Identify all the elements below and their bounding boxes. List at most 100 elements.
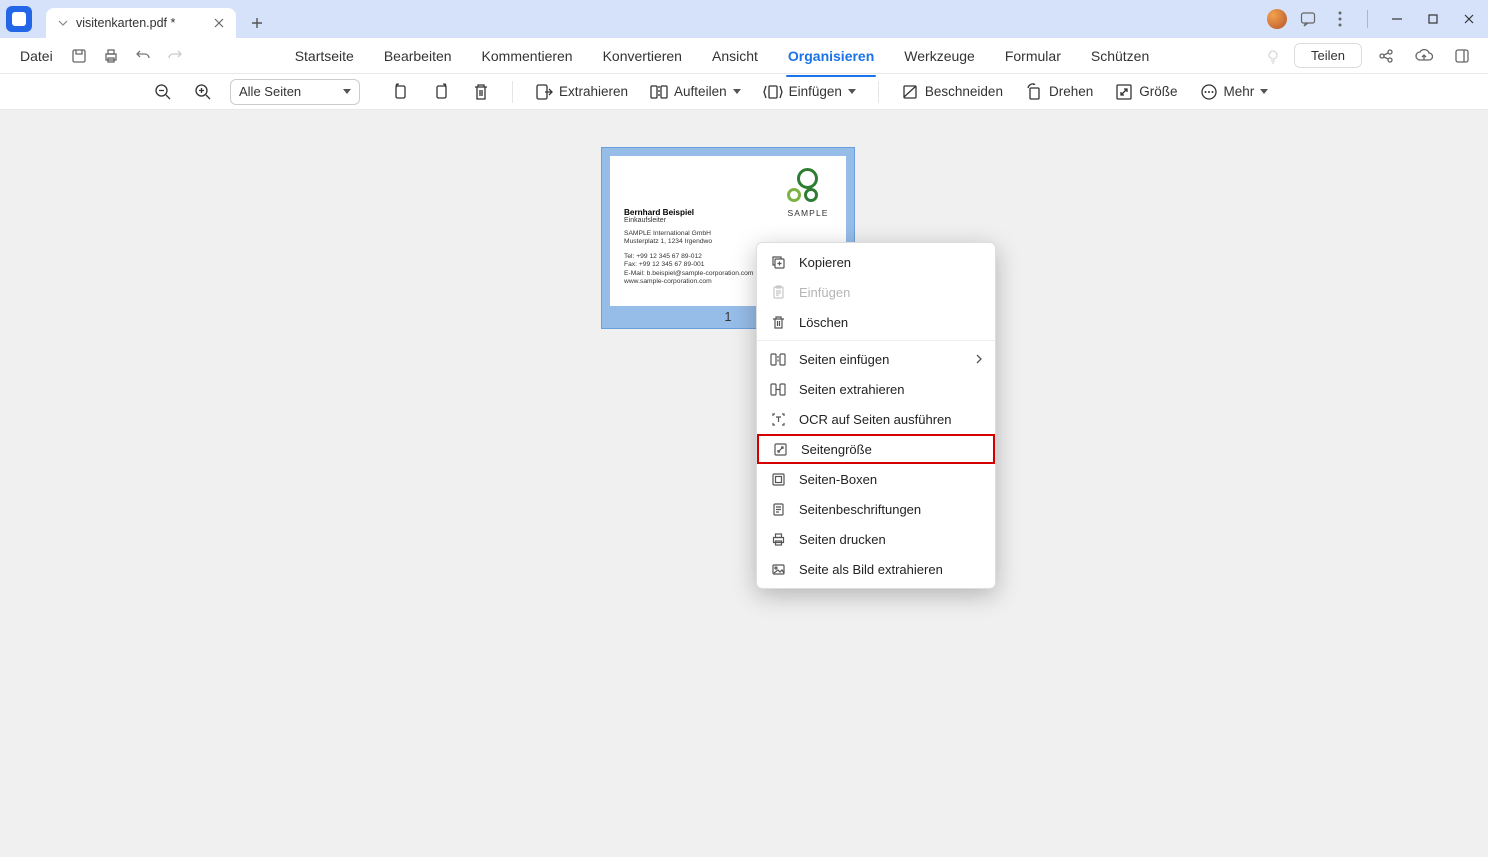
new-tab-button[interactable] (242, 8, 272, 38)
menu-bearbeiten[interactable]: Bearbeiten (382, 42, 454, 70)
ctx-page-boxes-label: Seiten-Boxen (799, 472, 877, 487)
insert-label: Einfügen (789, 84, 842, 99)
window-close-button[interactable] (1456, 6, 1482, 32)
file-menu[interactable]: Datei (12, 43, 61, 69)
chevron-down-icon (848, 89, 856, 94)
ctx-extract-image-label: Seite als Bild extrahieren (799, 562, 943, 577)
card-logo-text: SAMPLE (786, 208, 830, 218)
chevron-down-icon (58, 18, 68, 28)
ctx-extract-image[interactable]: Seite als Bild extrahieren (757, 554, 995, 584)
ctx-paste: Einfügen (757, 277, 995, 307)
kebab-menu-icon[interactable] (1329, 8, 1351, 30)
context-menu: Kopieren Einfügen Löschen Seiten einfüge… (756, 242, 996, 589)
split-button[interactable]: Aufteilen (646, 79, 745, 105)
chevron-down-icon (343, 89, 351, 94)
more-label: Mehr (1224, 84, 1255, 99)
extract-button[interactable]: Extrahieren (531, 79, 632, 105)
crop-button[interactable]: Beschneiden (897, 79, 1007, 105)
menu-formular[interactable]: Formular (1003, 42, 1063, 70)
ctx-delete[interactable]: Löschen (757, 307, 995, 337)
chevron-down-icon (733, 89, 741, 94)
size-button[interactable]: Größe (1111, 79, 1181, 105)
organize-toolbar: Alle Seiten Extrahieren Aufteilen Einfüg… (0, 74, 1488, 110)
document-tab[interactable]: visitenkarten.pdf * (46, 8, 236, 38)
card-logo: SAMPLE (786, 168, 830, 218)
ctx-ocr-label: OCR auf Seiten ausführen (799, 412, 951, 427)
ctx-print-pages-label: Seiten drucken (799, 532, 886, 547)
undo-icon[interactable] (129, 42, 157, 70)
close-tab-button[interactable] (210, 14, 228, 32)
card-company: SAMPLE International GmbH (624, 230, 832, 238)
copy-icon (769, 253, 787, 271)
tab-title: visitenkarten.pdf * (76, 16, 202, 30)
chevron-right-icon (975, 354, 983, 364)
ctx-page-size[interactable]: Seitengröße (757, 434, 995, 464)
ctx-ocr[interactable]: OCR auf Seiten ausführen (757, 404, 995, 434)
ctx-delete-label: Löschen (799, 315, 848, 330)
menubar: Datei Startseite Bearbeiten Kommentieren… (0, 38, 1488, 74)
trash-icon (769, 313, 787, 331)
app-logo-icon[interactable] (6, 6, 32, 32)
panel-toggle-icon[interactable] (1448, 42, 1476, 70)
zoom-in-icon[interactable] (190, 79, 216, 105)
ctx-page-labels[interactable]: Seitenbeschriftungen (757, 494, 995, 524)
menu-organisieren[interactable]: Organisieren (786, 42, 876, 70)
rotate-button[interactable]: Drehen (1021, 79, 1097, 105)
user-avatar[interactable] (1267, 9, 1287, 29)
feedback-icon[interactable] (1297, 8, 1319, 30)
share-button[interactable]: Teilen (1294, 43, 1362, 68)
ctx-page-labels-label: Seitenbeschriftungen (799, 502, 921, 517)
menu-konvertieren[interactable]: Konvertieren (601, 42, 684, 70)
menu-kommentieren[interactable]: Kommentieren (480, 42, 575, 70)
card-role: Einkaufsleiter (624, 217, 832, 224)
window-maximize-button[interactable] (1420, 6, 1446, 32)
menu-startseite[interactable]: Startseite (293, 42, 356, 70)
titlebar: visitenkarten.pdf * (0, 0, 1488, 38)
save-icon[interactable] (65, 42, 93, 70)
page-labels-icon (769, 500, 787, 518)
menu-werkzeuge[interactable]: Werkzeuge (902, 42, 977, 70)
extract-pages-icon (769, 380, 787, 398)
ctx-copy[interactable]: Kopieren (757, 247, 995, 277)
split-label: Aufteilen (674, 84, 727, 99)
ctx-insert-pages[interactable]: Seiten einfügen (757, 344, 995, 374)
ctx-page-boxes[interactable]: Seiten-Boxen (757, 464, 995, 494)
page-size-icon (771, 440, 789, 458)
ocr-icon (769, 410, 787, 428)
ctx-page-size-label: Seitengröße (801, 442, 872, 457)
page-boxes-icon (769, 470, 787, 488)
ctx-print-pages[interactable]: Seiten drucken (757, 524, 995, 554)
canvas[interactable]: SAMPLE Bernhard Beispiel Einkaufsleiter … (0, 112, 1488, 857)
more-button[interactable]: Mehr (1196, 79, 1273, 105)
menu-schuetzen[interactable]: Schützen (1089, 42, 1151, 70)
titlebar-right (1267, 6, 1482, 32)
delete-page-icon[interactable] (468, 79, 494, 105)
menu-ansicht[interactable]: Ansicht (710, 42, 760, 70)
cloud-upload-icon[interactable] (1410, 42, 1438, 70)
main-menus: Startseite Bearbeiten Kommentieren Konve… (293, 42, 1152, 70)
print-icon (769, 530, 787, 548)
ctx-copy-label: Kopieren (799, 255, 851, 270)
ctx-extract-pages[interactable]: Seiten extrahieren (757, 374, 995, 404)
rotate-right-page-icon[interactable] (428, 79, 454, 105)
share-nodes-icon[interactable] (1372, 42, 1400, 70)
redo-icon[interactable] (161, 42, 189, 70)
insert-button[interactable]: Einfügen (759, 79, 860, 105)
lightbulb-icon[interactable] (1262, 45, 1284, 67)
print-icon[interactable] (97, 42, 125, 70)
tabs: visitenkarten.pdf * (46, 0, 272, 38)
chevron-down-icon (1260, 89, 1268, 94)
paste-icon (769, 283, 787, 301)
rotate-label: Drehen (1049, 84, 1093, 99)
window-minimize-button[interactable] (1384, 6, 1410, 32)
extract-label: Extrahieren (559, 84, 628, 99)
ctx-insert-pages-label: Seiten einfügen (799, 352, 889, 367)
pages-filter-select[interactable]: Alle Seiten (230, 79, 360, 105)
image-icon (769, 560, 787, 578)
zoom-out-icon[interactable] (150, 79, 176, 105)
pages-filter-value: Alle Seiten (239, 84, 301, 99)
insert-pages-icon (769, 350, 787, 368)
rotate-left-page-icon[interactable] (388, 79, 414, 105)
ctx-paste-label: Einfügen (799, 285, 850, 300)
size-label: Größe (1139, 84, 1177, 99)
